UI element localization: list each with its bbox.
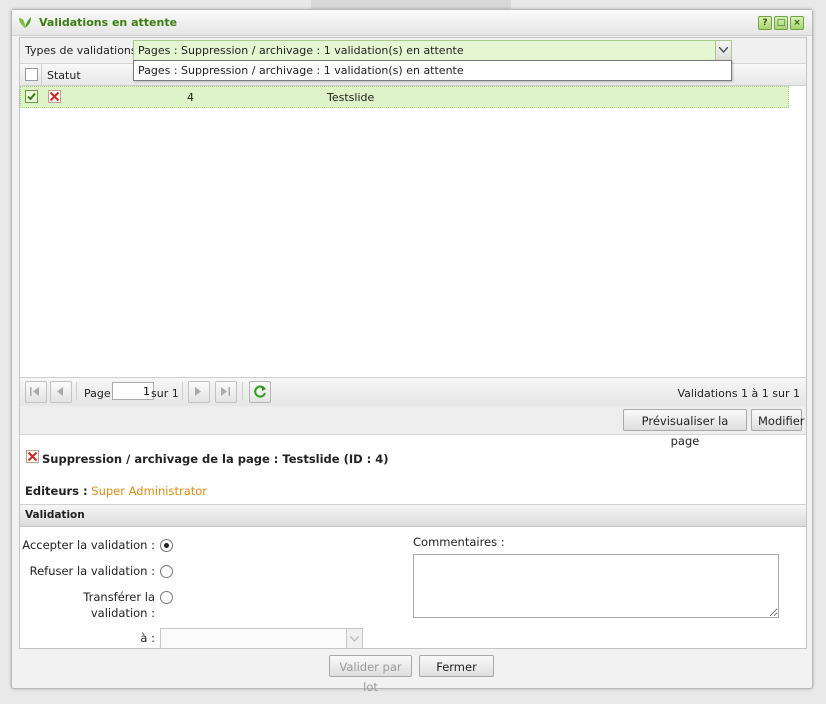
dialog-titlebar[interactable]: Validations en attente ? □ × (12, 10, 812, 36)
page-number-input[interactable] (112, 382, 154, 400)
chevron-down-icon[interactable] (715, 41, 731, 60)
chevron-down-icon[interactable] (346, 629, 362, 648)
validation-detail-title: Suppression / archivage de la page : Tes… (42, 452, 389, 466)
column-divider (41, 64, 42, 85)
modify-button[interactable]: Modifier (751, 409, 805, 431)
preview-page-button[interactable]: Prévisualiser la page (623, 409, 747, 448)
next-page-icon[interactable] (188, 381, 210, 403)
accept-radio[interactable] (160, 539, 173, 552)
validation-type-dropdown: Pages : Suppression / archivage : 1 vali… (133, 60, 732, 81)
validations-dialog: Validations en attente ? □ × Types de va… (11, 9, 813, 694)
table-row[interactable]: 4 Testslide (20, 86, 789, 108)
delete-status-icon (26, 450, 39, 463)
refuse-label: Refuser la validation : (29, 564, 155, 578)
transfer-label-line2: validation : (90, 606, 155, 620)
delete-status-icon (48, 90, 61, 103)
toolbar-separator (242, 382, 243, 400)
batch-validate-button[interactable]: Valider par lot (329, 655, 412, 694)
dropdown-option[interactable]: Pages : Suppression / archivage : 1 vali… (138, 64, 464, 77)
comments-textarea[interactable] (413, 554, 779, 618)
validation-type-selected: Pages : Suppression / archivage : 1 vali… (138, 44, 464, 57)
validation-type-select[interactable]: Pages : Suppression / archivage : 1 vali… (133, 40, 732, 61)
leaf-icon (19, 17, 31, 28)
pagination-toolbar: Page sur 1 Validations 1 à 1 sur 1 (20, 377, 806, 407)
dialog-title: Validations en attente (39, 16, 178, 29)
first-page-icon[interactable] (25, 381, 47, 403)
editors-line: Editeurs : Super Administrator (25, 484, 207, 498)
close-window-button[interactable]: × (790, 16, 804, 30)
toolbar-separator (76, 382, 77, 400)
page-total-label: sur 1 (151, 387, 179, 400)
toolbar-separator (182, 382, 183, 400)
transfer-radio[interactable] (160, 591, 173, 604)
transfer-to-label: à : (140, 631, 155, 645)
row-checkbox[interactable] (25, 90, 38, 103)
transfer-label-line1: Transférer la (83, 590, 155, 604)
action-toolbar: Prévisualiser la page Modifier (20, 406, 806, 448)
filter-toolbar: Types de validations : Pages : Suppressi… (20, 38, 806, 81)
validation-type-label: Types de validations : (25, 44, 144, 57)
editor-name: Super Administrator (91, 484, 208, 498)
pagination-info: Validations 1 à 1 sur 1 (677, 387, 801, 400)
accept-label: Accepter la validation : (22, 538, 155, 552)
row-name: Testslide (327, 91, 375, 104)
last-page-icon[interactable] (215, 381, 237, 403)
transfer-to-select[interactable] (160, 628, 363, 649)
close-button[interactable]: Fermer (419, 655, 494, 677)
help-button[interactable]: ? (758, 16, 772, 30)
select-all-checkbox[interactable] (25, 68, 38, 81)
refresh-icon[interactable] (249, 381, 271, 403)
refuse-radio[interactable] (160, 565, 173, 578)
editors-label: Editeurs : (25, 484, 88, 498)
row-id: 4 (187, 91, 194, 104)
validations-panel: Types de validations : Pages : Suppressi… (19, 37, 807, 649)
maximize-button[interactable]: □ (774, 16, 788, 30)
validation-section-header: Validation (20, 504, 806, 527)
comments-label: Commentaires : (413, 535, 505, 549)
page-label: Page (84, 387, 111, 400)
previous-page-icon[interactable] (50, 381, 72, 403)
validation-section-title: Validation (25, 509, 85, 521)
column-header-statut[interactable]: Statut (47, 69, 81, 82)
